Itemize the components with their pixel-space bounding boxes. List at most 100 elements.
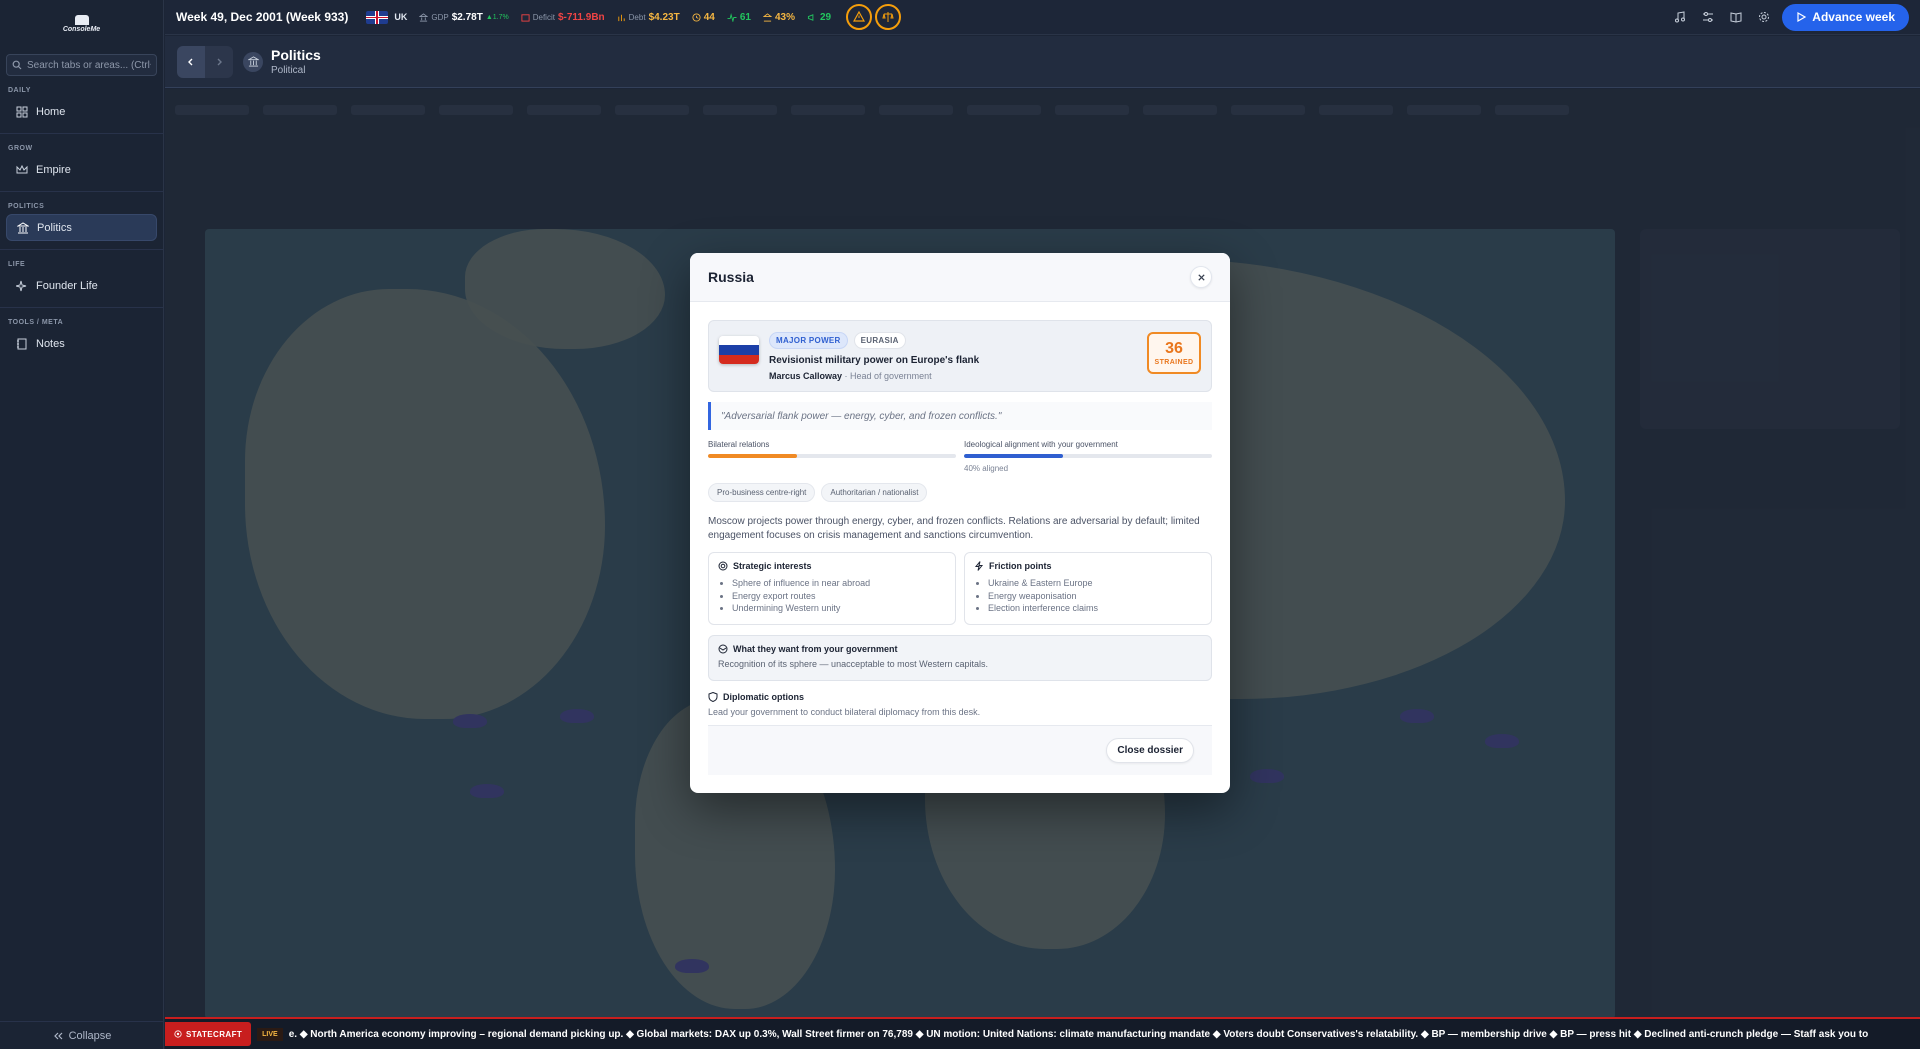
nav-section-label: POLITICS [8, 203, 45, 210]
relation-score-badge: 36 STRAINED [1147, 332, 1201, 374]
close-dossier-button[interactable]: Close dossier [1106, 738, 1194, 763]
list-item: Energy export routes [732, 590, 946, 603]
ideology-chip: Authoritarian / nationalist [821, 483, 928, 502]
music-icon [1675, 11, 1686, 23]
diplomatic-options-title: Diplomatic options [708, 692, 1212, 702]
search-icon [12, 60, 22, 70]
sidebar-item-label: Founder Life [36, 279, 98, 292]
tag-major-power: MAJOR POWER [769, 331, 848, 349]
sidebar-item-home[interactable]: Home [6, 98, 157, 125]
alignment-fill [964, 454, 1064, 458]
advance-week-button[interactable]: Advance week [1782, 3, 1909, 31]
gdp-stat[interactable]: GDP $2.78T ▲1.7% [419, 11, 509, 23]
strategic-list: Sphere of influence in near abroad Energ… [718, 577, 946, 615]
forward-button[interactable] [205, 45, 233, 78]
collapse-label: Collapse [68, 1029, 112, 1042]
bank-icon [419, 12, 429, 22]
activity-stat[interactable]: 61 [727, 12, 751, 23]
collapse-button[interactable]: Collapse [0, 1021, 164, 1049]
support-value: 43% [774, 11, 795, 23]
chevrons-left-icon [53, 1032, 63, 1039]
friction-list: Ukraine & Eastern Europe Energy weaponis… [974, 577, 1202, 615]
landmark-icon [17, 221, 29, 233]
scales-button[interactable] [875, 4, 902, 30]
shield-icon [708, 692, 718, 702]
ideology-chip: Pro-business centre-right [708, 483, 816, 502]
sliders-button[interactable] [1698, 7, 1718, 27]
wallet-icon [521, 13, 530, 22]
gdp-change: ▲1.7% [485, 13, 509, 21]
sidebar-item-notes[interactable]: Notes [6, 330, 157, 357]
country-description: Moscow projects power through energy, cy… [708, 516, 1200, 541]
diplomatic-options-text: Lead your government to conduct bilatera… [708, 707, 981, 717]
logo-hat-icon [74, 15, 89, 25]
ideological-alignment: Ideological alignment with your governme… [964, 440, 1212, 473]
sidebar-item-empire[interactable]: Empire [6, 156, 157, 183]
ticker-text[interactable]: e. ◆ North America economy improving – r… [289, 1029, 1869, 1040]
search-box[interactable] [6, 54, 157, 76]
deficit-stat[interactable]: Deficit $-711.9Bn [521, 12, 605, 23]
debt-value: $4.23T [648, 11, 680, 23]
logo-mark: ConsoleMe [62, 9, 101, 39]
sidebar-item-politics[interactable]: Politics [6, 214, 157, 241]
live-badge: LIVE [257, 1027, 283, 1041]
nav-section-label: LIFE [8, 261, 26, 268]
scales-icon [882, 12, 894, 22]
list-item: Undermining Western unity [732, 602, 946, 615]
approval-value: 44 [703, 11, 715, 23]
warning-triangle-icon [853, 11, 866, 22]
chevron-right-icon [217, 58, 222, 65]
close-button[interactable] [1190, 266, 1212, 288]
app-logo[interactable]: ConsoleMe [0, 6, 163, 42]
bar-chart-icon [618, 14, 625, 21]
relation-status: STRAINED [1154, 358, 1194, 366]
bilateral-track [708, 454, 956, 458]
gdp-value: $2.78T [451, 11, 483, 23]
topbar: Week 49, Dec 2001 (Week 933) UK GDP $2.7… [165, 0, 1920, 35]
target-icon [718, 561, 728, 571]
nav-section-daily: DAILY Home [0, 76, 163, 134]
relation-score: 36 [1165, 339, 1183, 357]
music-button[interactable] [1670, 7, 1690, 27]
sidebar-item-label: Notes [36, 337, 65, 350]
sidebar-item-label: Empire [36, 163, 71, 176]
demands-box: What they want from your government Reco… [708, 635, 1212, 681]
sidebar-item-founder-life[interactable]: Founder Life [6, 272, 157, 299]
chevron-left-icon [188, 58, 193, 65]
country-summary-card: MAJOR POWER EURASIA Revisionist military… [708, 320, 1212, 392]
settings-button[interactable] [1754, 7, 1774, 27]
leader-name: Marcus Calloway [769, 370, 843, 381]
alignment-note: 40% aligned [964, 464, 1009, 473]
page-icon [243, 51, 263, 72]
support-stat[interactable]: 43% [762, 11, 795, 23]
sidebar-item-label: Home [36, 105, 66, 118]
demands-title-text: What they want from your government [733, 644, 898, 654]
debt-stat[interactable]: Debt $4.23T [617, 12, 680, 23]
interest-columns: Strategic interests Sphere of influence … [708, 552, 1212, 625]
diplomatic-options: Diplomatic options Lead your government … [708, 692, 1212, 717]
country-tags: MAJOR POWER EURASIA [769, 331, 979, 349]
debt-label: Debt [628, 12, 646, 22]
sidebar: ConsoleMe DAILY Home GROW Empire POLITIC… [0, 0, 164, 1049]
alignment-label: Ideological alignment with your governme… [964, 440, 1118, 449]
country-quote: "Adversarial flank power — energy, cyber… [708, 402, 1212, 430]
approval-stat[interactable]: 44 [692, 12, 715, 23]
crown-icon [16, 164, 28, 173]
landmark-icon [247, 56, 259, 67]
logo-wordmark: ConsoleMe [62, 26, 101, 33]
book-button[interactable] [1726, 7, 1746, 27]
back-button[interactable] [177, 45, 205, 78]
bilateral-label: Bilateral relations [708, 440, 770, 449]
topbar-actions: Advance week [1670, 3, 1909, 31]
search-input[interactable] [27, 59, 151, 71]
country-dossier-modal: Russia MAJOR POWER EURASIA Revisionist m… [690, 253, 1230, 793]
media-stat[interactable]: 29 [807, 12, 831, 23]
leader-role: · Head of government [842, 370, 932, 381]
warning-button[interactable] [846, 4, 873, 30]
close-icon [1197, 273, 1205, 281]
nav-section-politics: POLITICS Politics [0, 192, 163, 250]
modal-header: Russia [690, 253, 1230, 302]
history-nav [177, 45, 233, 78]
book-icon [1730, 12, 1742, 23]
relation-bars: Bilateral relations Ideological alignmen… [708, 440, 1212, 473]
